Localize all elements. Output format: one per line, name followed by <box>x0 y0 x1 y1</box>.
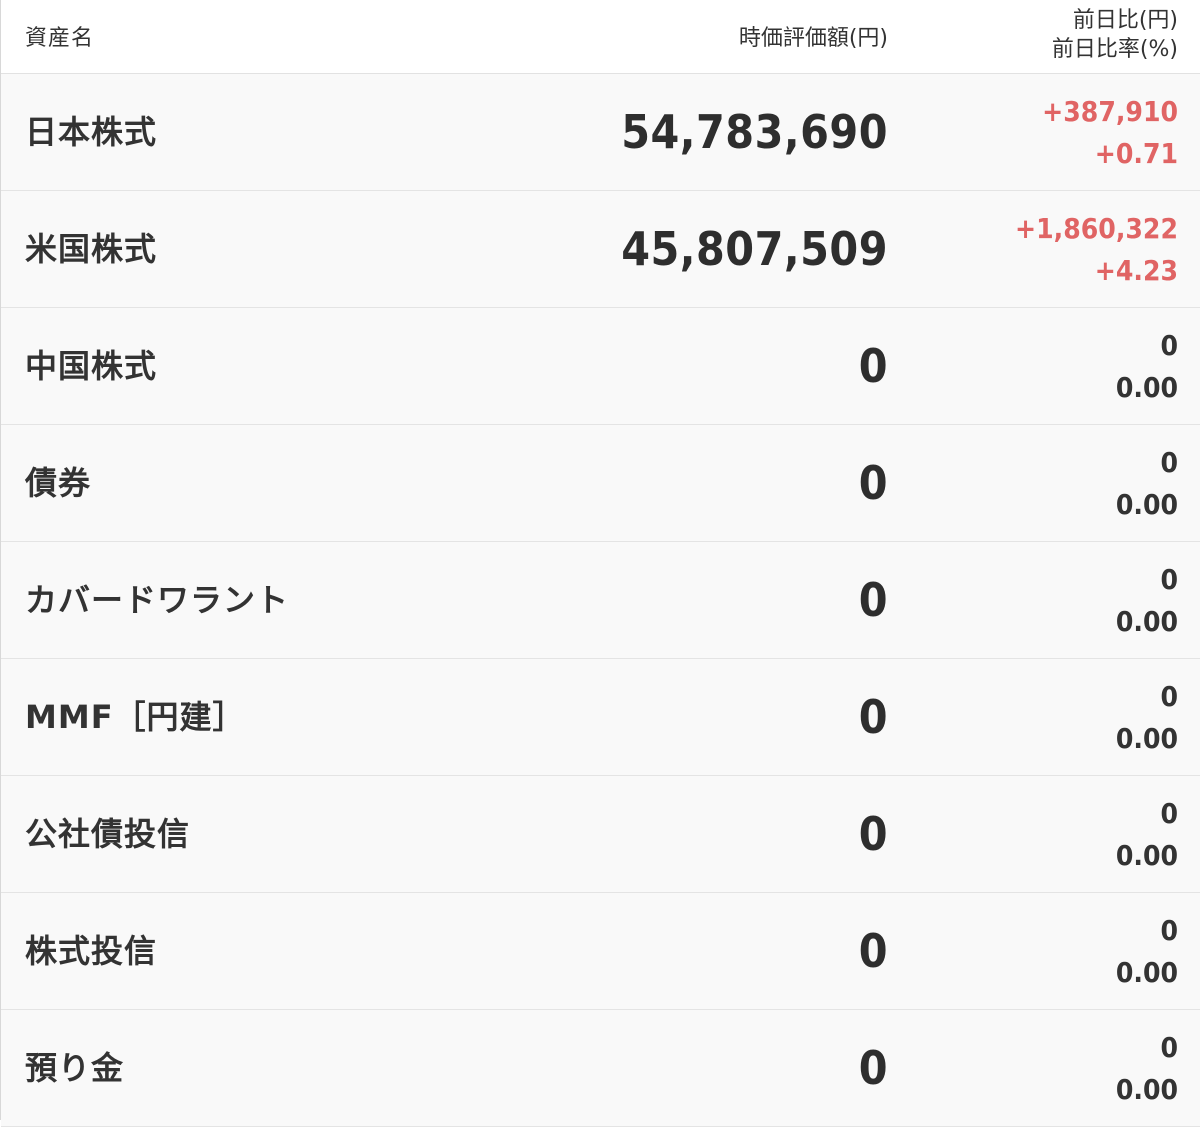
asset-name: 公社債投信 <box>25 815 191 853</box>
market-value: 0 <box>858 924 888 978</box>
day-change-rate: 0.00 <box>1115 1073 1178 1106</box>
day-change-yen: 0 <box>1160 329 1178 362</box>
market-value: 0 <box>858 573 888 627</box>
header-asset-name: 資産名 <box>25 26 95 51</box>
header-market-value: 時価評価額(円) <box>738 26 888 51</box>
day-change: 0 0.00 <box>1116 325 1178 409</box>
day-change: +1,860,322 +4.23 <box>1015 208 1178 292</box>
day-change-yen: 0 <box>1160 563 1178 596</box>
asset-name: カバードワラント <box>25 581 290 619</box>
day-change-yen: +387,910 <box>1042 95 1178 128</box>
day-change-rate: 0.00 <box>1115 839 1178 872</box>
day-change: +387,910 +0.71 <box>1042 91 1178 175</box>
table-row[interactable]: MMF［円建］ 0 0 0.00 <box>1 659 1200 776</box>
table-row[interactable]: カバードワラント 0 0 0.00 <box>1 542 1200 659</box>
day-change-yen: +1,860,322 <box>1015 212 1178 245</box>
day-change-yen: 0 <box>1160 1031 1178 1064</box>
day-change-rate: 0.00 <box>1115 956 1178 989</box>
asset-name: 債券 <box>25 464 92 502</box>
header-change-yen: 前日比(円) <box>1072 8 1178 33</box>
day-change: 0 0.00 <box>1116 442 1178 526</box>
table-row[interactable]: 預り金 0 0 0.00 <box>1 1010 1200 1127</box>
day-change-yen: 0 <box>1160 446 1178 479</box>
asset-name: 日本株式 <box>25 113 158 151</box>
day-change: 0 0.00 <box>1116 559 1178 643</box>
asset-name: 預り金 <box>25 1049 125 1087</box>
day-change-rate: 0.00 <box>1115 371 1178 404</box>
day-change-yen: 0 <box>1160 797 1178 830</box>
market-value: 0 <box>858 339 888 393</box>
asset-table: 資産名 時価評価額(円) 前日比(円) 前日比率(%) 日本株式 54,783,… <box>0 0 1200 1127</box>
day-change-yen: 0 <box>1160 680 1178 713</box>
day-change: 0 0.00 <box>1116 676 1178 760</box>
table-body: 日本株式 54,783,690 +387,910 +0.71 米国株式 45,8… <box>1 74 1200 1127</box>
day-change: 0 0.00 <box>1116 910 1178 994</box>
table-row[interactable]: 米国株式 45,807,509 +1,860,322 +4.23 <box>1 191 1200 308</box>
asset-name: 株式投信 <box>25 932 158 970</box>
day-change-rate: +0.71 <box>1094 137 1178 170</box>
market-value: 0 <box>858 690 888 744</box>
market-value: 0 <box>858 1041 888 1095</box>
market-value: 0 <box>858 456 888 510</box>
day-change-rate: 0.00 <box>1115 722 1178 755</box>
market-value: 0 <box>858 807 888 861</box>
day-change-rate: +4.23 <box>1094 254 1178 287</box>
day-change-rate: 0.00 <box>1115 488 1178 521</box>
asset-name: 中国株式 <box>25 347 158 385</box>
asset-name: 米国株式 <box>25 230 158 268</box>
table-row[interactable]: 株式投信 0 0 0.00 <box>1 893 1200 1010</box>
day-change-yen: 0 <box>1160 914 1178 947</box>
table-row[interactable]: 債券 0 0 0.00 <box>1 425 1200 542</box>
table-row[interactable]: 中国株式 0 0 0.00 <box>1 308 1200 425</box>
asset-name: MMF［円建］ <box>25 698 246 736</box>
table-header: 資産名 時価評価額(円) 前日比(円) 前日比率(%) <box>1 0 1200 74</box>
day-change: 0 0.00 <box>1116 1027 1178 1111</box>
table-row[interactable]: 公社債投信 0 0 0.00 <box>1 776 1200 893</box>
market-value: 45,807,509 <box>621 222 888 276</box>
header-change-rate: 前日比率(%) <box>1051 37 1178 62</box>
table-row[interactable]: 日本株式 54,783,690 +387,910 +0.71 <box>1 74 1200 191</box>
header-change: 前日比(円) 前日比率(%) <box>1052 6 1178 64</box>
market-value: 54,783,690 <box>621 105 888 159</box>
day-change: 0 0.00 <box>1116 793 1178 877</box>
day-change-rate: 0.00 <box>1115 605 1178 638</box>
